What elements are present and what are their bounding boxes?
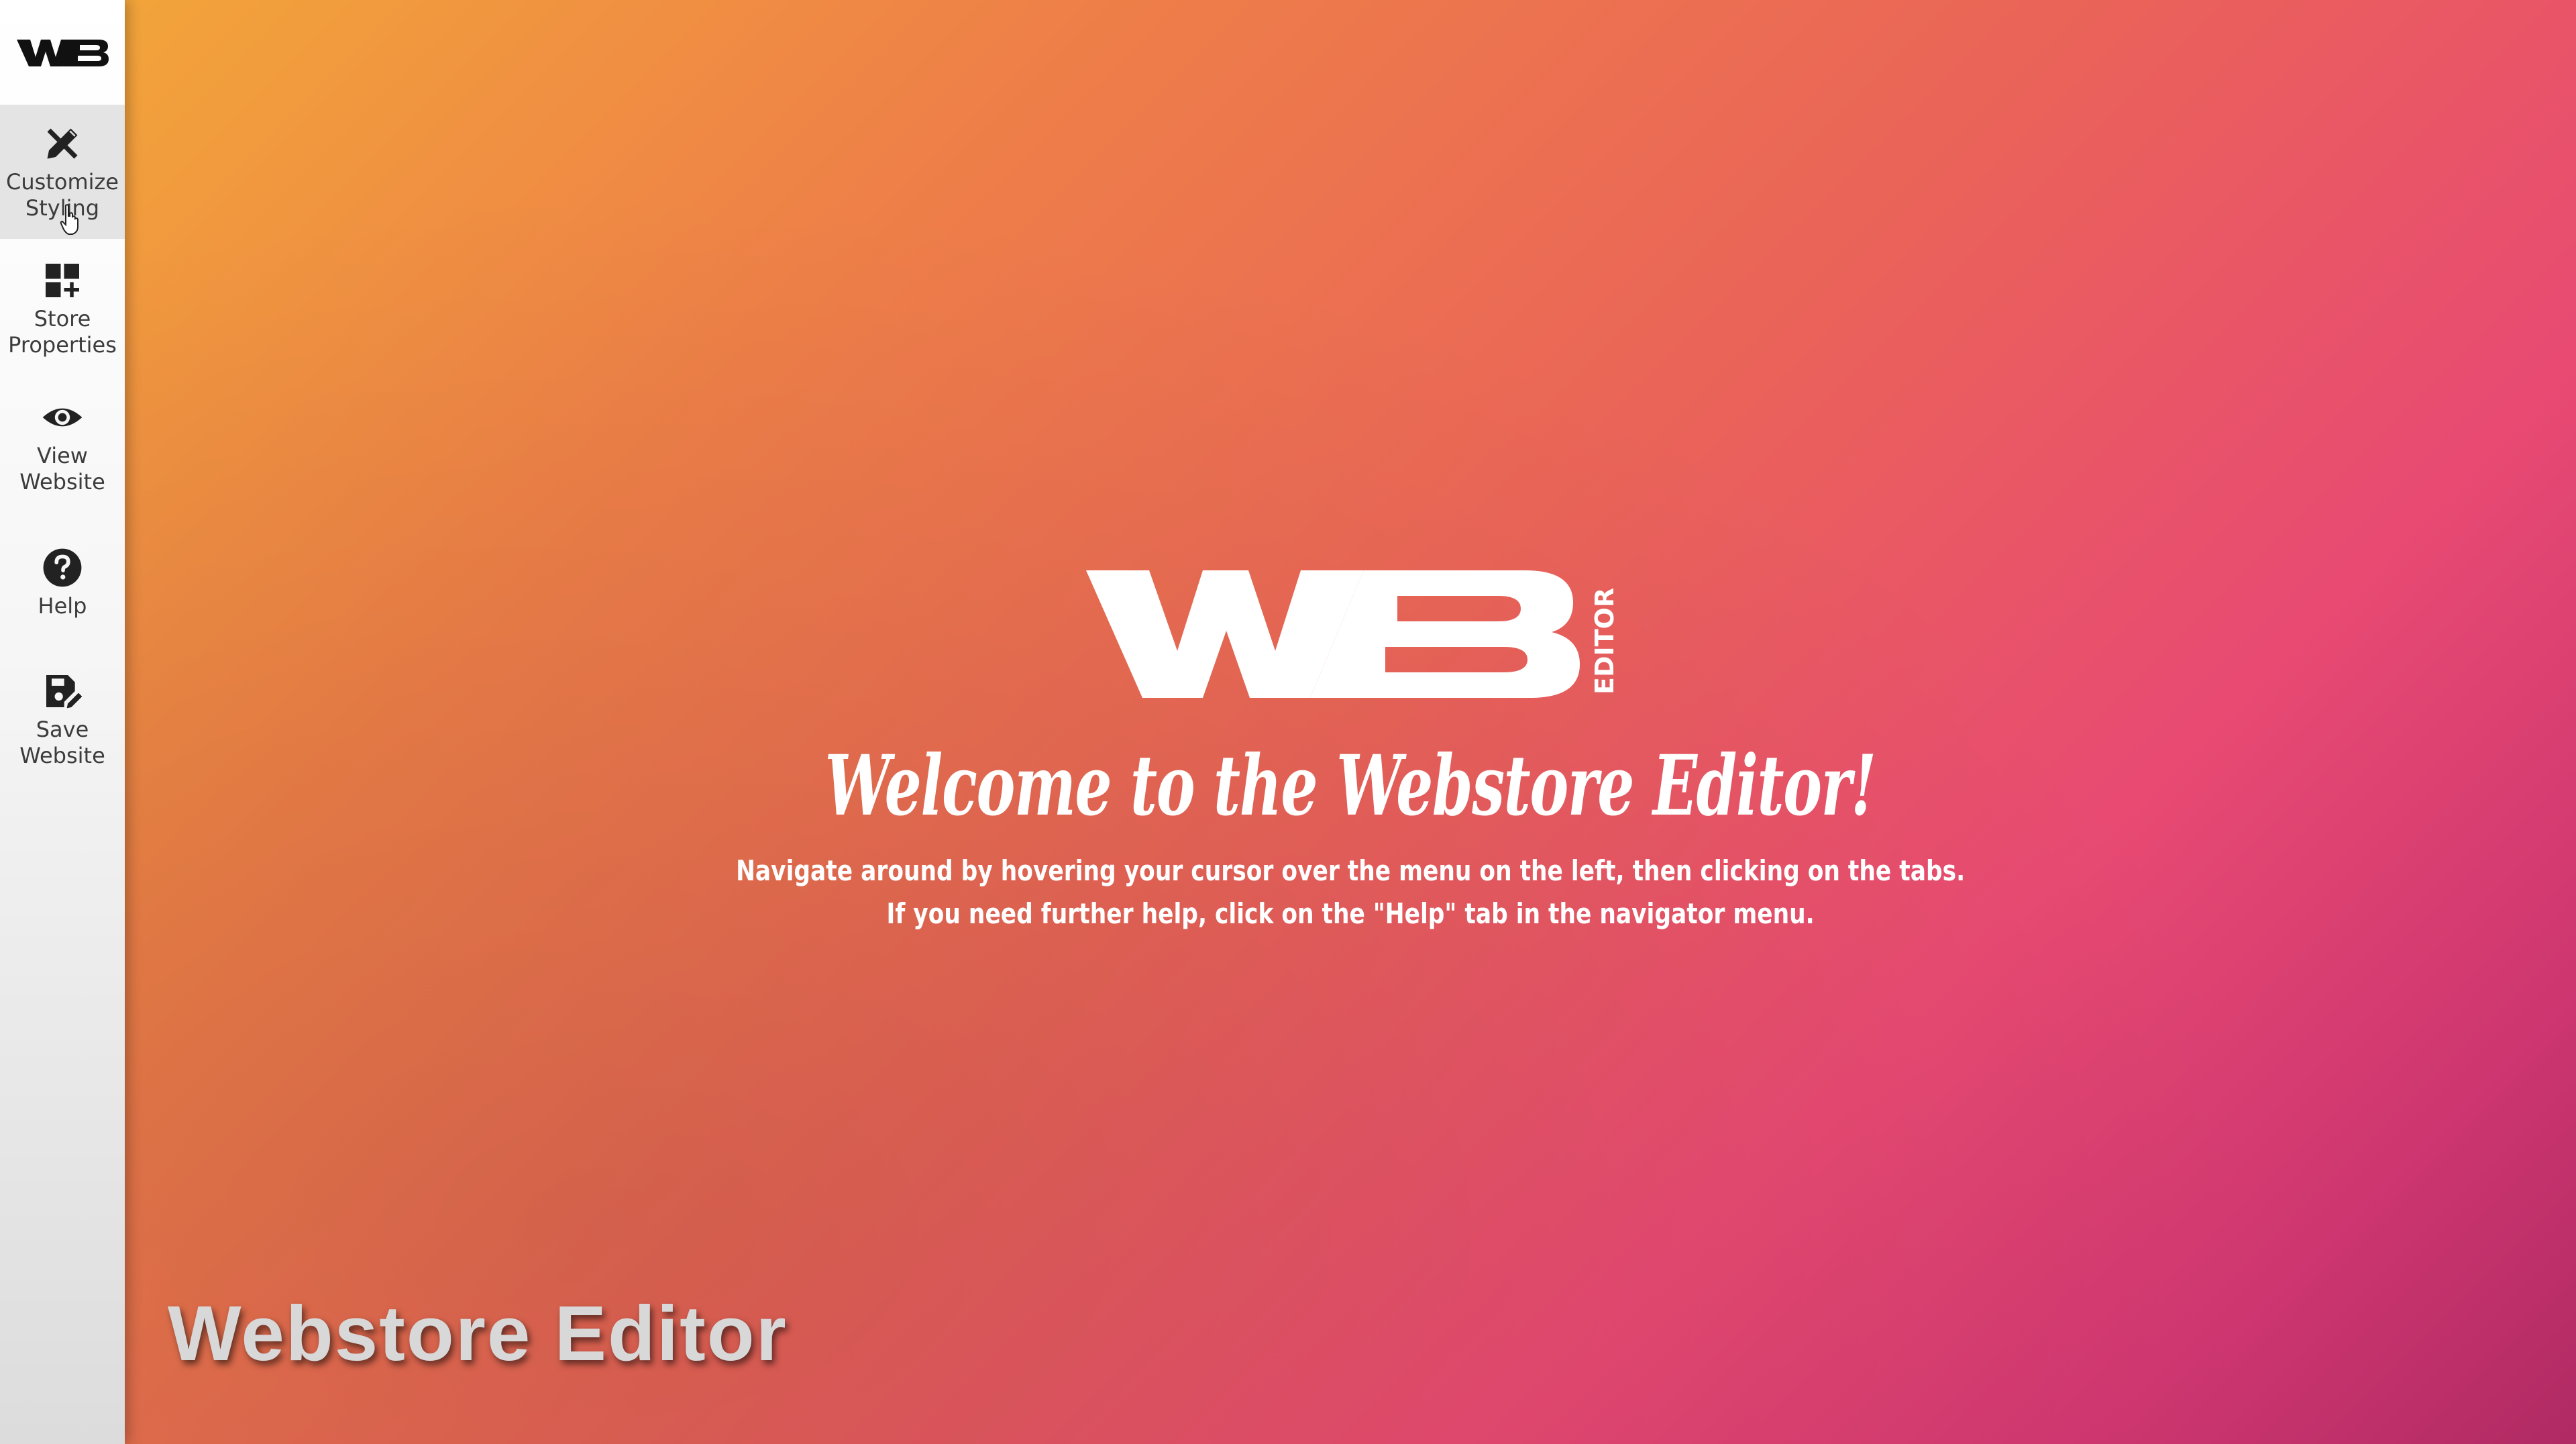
sidebar-item-label: View Website [19,443,105,495]
sidebar-item-label: Save Website [19,717,105,768]
sidebar-item-save-website[interactable]: Save Website [0,652,125,786]
eye-icon [41,396,84,439]
welcome-panel: EDITOR Welcome to the Webstore Editor! N… [125,564,2576,935]
wb-editor-logo-icon: EDITOR [1086,570,1619,698]
video-title-watermark: Webstore Editor [168,1290,788,1377]
sidebar-item-help[interactable]: Help [0,515,125,650]
instructions-text: Navigate around by hovering your cursor … [736,849,1965,935]
sidebar-item-view-website[interactable]: View Website [0,378,125,513]
welcome-title: Welcome to the Webstore Editor! [824,737,1876,835]
grid-plus-icon [41,259,84,302]
sidebar-item-label: Store Properties [8,306,117,358]
sidebar-item-store-properties[interactable]: Store Properties [0,242,125,376]
sidebar-item-label: Help [38,592,87,619]
instructions-line-1: Navigate around by hovering your cursor … [735,854,1966,887]
mouse-cursor-icon [59,204,82,239]
wb-editor-logo: EDITOR [1082,564,1619,705]
instructions-line-2: If you need further help, click on the "… [886,897,1815,930]
sidebar-logo[interactable] [0,0,125,105]
wrench-pencil-icon [41,122,84,165]
save-edit-icon [41,670,84,713]
webstore-editor-app: Customize Styling Store Properties View … [0,0,2576,1444]
logo-editor-text: EDITOR [1590,588,1619,694]
editor-canvas: EDITOR Welcome to the Webstore Editor! N… [125,0,2576,1444]
wb-logo-icon [17,40,109,66]
question-icon [41,546,84,589]
